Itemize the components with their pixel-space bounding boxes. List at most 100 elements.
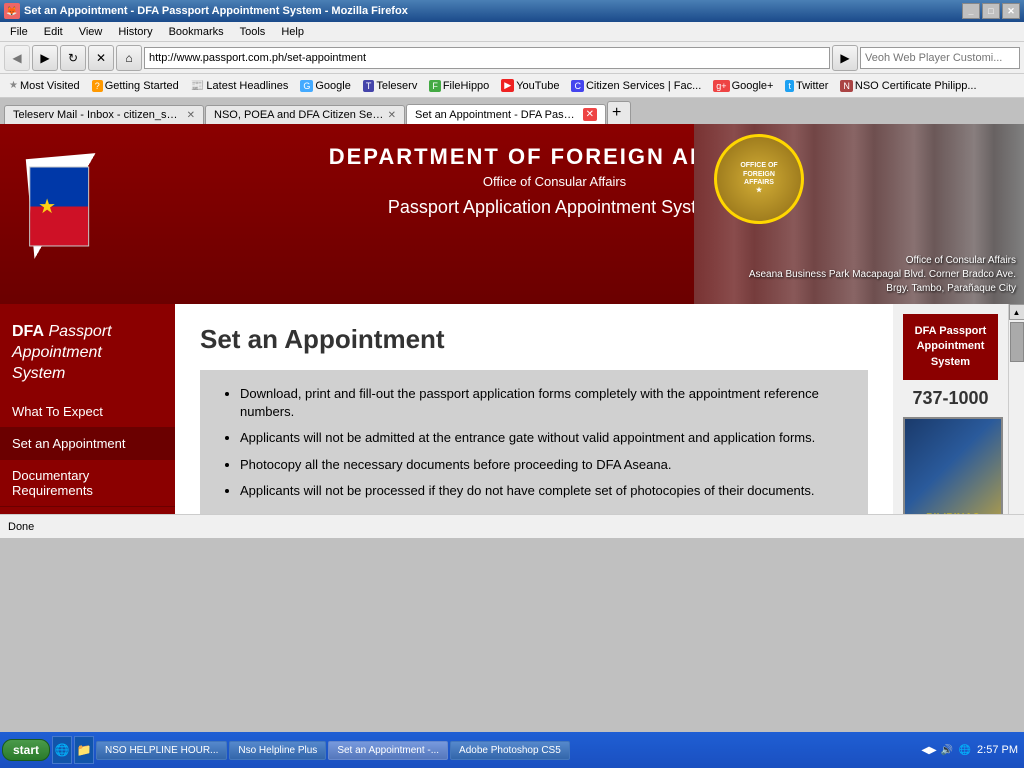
tab-label: NSO, POEA and DFA Citizen Services b... <box>214 109 384 121</box>
taskbar-right: ◀▶ 🔊 🌐 2:57 PM <box>921 742 1022 758</box>
phone-number: 737-1000 <box>903 388 998 409</box>
browser-icon: 🦊 <box>4 3 20 19</box>
bookmark-label: Most Visited <box>20 80 80 92</box>
sidebar-item-documentary[interactable]: Documentary Requirements <box>0 460 175 507</box>
quick-launch-folder[interactable]: 📁 <box>74 736 94 764</box>
tray-icon-2: 🔊 <box>939 742 955 758</box>
bookmark-nso[interactable]: N NSO Certificate Philipp... <box>835 78 981 94</box>
bookmark-latest-headlines[interactable]: 📰 Latest Headlines <box>186 77 294 94</box>
taskbar-item-nso-helpline-plus[interactable]: Nso Helpline Plus <box>229 741 326 760</box>
back-button[interactable]: ◀ <box>4 45 30 71</box>
bookmark-citizen[interactable]: C Citizen Services | Fac... <box>566 78 706 94</box>
menu-view[interactable]: View <box>73 24 109 40</box>
tab-nso[interactable]: NSO, POEA and DFA Citizen Services b... … <box>205 105 405 124</box>
bookmark-label: Google+ <box>732 80 774 92</box>
taskbar-item-nso-helpline[interactable]: NSO HELPLINE HOUR... <box>96 741 227 760</box>
taskbar: start 🌐 📁 NSO HELPLINE HOUR... Nso Helpl… <box>0 732 1024 768</box>
youtube-icon: ▶ <box>501 79 514 92</box>
bookmarks-bar: ★ Most Visited ? Getting Started 📰 Lates… <box>0 74 1024 98</box>
twitter-icon: t <box>785 80 794 92</box>
bookmark-label: FileHippo <box>443 80 489 92</box>
sidebar-title: DFA PassportAppointmentSystem <box>0 314 175 396</box>
info-item-2: Applicants will not be admitted at the e… <box>240 429 848 447</box>
start-button[interactable]: start <box>2 739 50 761</box>
menu-edit[interactable]: Edit <box>38 24 69 40</box>
tray-icon-3: 🌐 <box>957 742 973 758</box>
scroll-up-button[interactable]: ▲ <box>1009 304 1024 320</box>
tab-teleserv[interactable]: Teleserv Mail - Inbox - citizen_services… <box>4 105 204 124</box>
bookmark-label: YouTube <box>516 80 559 92</box>
sidebar-dfa: DFA <box>12 323 44 340</box>
browser-content: ★ Department of Foreign Affairs Office o… <box>0 124 1024 514</box>
reload-button[interactable]: ↻ <box>60 45 86 71</box>
building-address: Office of Consular Affairs Aseana Busine… <box>749 254 1016 296</box>
info-item-3: Photocopy all the necessary documents be… <box>240 456 848 474</box>
status-bar: Done <box>0 514 1024 538</box>
bookmark-teleserv[interactable]: T Teleserv <box>358 78 422 94</box>
bookmark-googleplus[interactable]: g+ Google+ <box>708 78 778 94</box>
new-tab-button[interactable]: + <box>607 101 631 124</box>
tab-dfa-active[interactable]: Set an Appointment - DFA Passp... ✕ <box>406 104 606 124</box>
bookmark-label: Citizen Services | Fac... <box>586 80 701 92</box>
navigation-bar: ◀ ▶ ↻ ✕ ⌂ ▶ <box>0 42 1024 74</box>
bookmark-youtube[interactable]: ▶ YouTube <box>496 77 564 94</box>
dfa-seal: OFFICE OFFOREIGNAFFAIRS★ <box>714 134 804 224</box>
sidebar-item-what-to-expect[interactable]: What To Expect <box>0 396 175 428</box>
bookmark-google[interactable]: G Google <box>295 78 356 94</box>
menu-tools[interactable]: Tools <box>234 24 272 40</box>
bookmark-getting-started[interactable]: ? Getting Started <box>87 78 184 94</box>
nso-icon: N <box>840 80 853 92</box>
go-button[interactable]: ▶ <box>832 45 858 71</box>
tab-close-icon[interactable]: ✕ <box>187 110 195 121</box>
menu-history[interactable]: History <box>112 24 158 40</box>
window-title: Set an Appointment - DFA Passport Appoin… <box>24 5 408 17</box>
stop-button[interactable]: ✕ <box>88 45 114 71</box>
home-button[interactable]: ⌂ <box>116 45 142 71</box>
close-button[interactable]: ✕ <box>1002 3 1020 19</box>
menu-bar: File Edit View History Bookmarks Tools H… <box>0 22 1024 42</box>
system-tray: ◀▶ 🔊 🌐 <box>921 742 973 758</box>
sidebar: DFA PassportAppointmentSystem What To Ex… <box>0 304 175 514</box>
right-panel: DFA Passport Appointment System 737-1000… <box>893 304 1008 514</box>
bookmark-label: Google <box>315 80 350 92</box>
menu-help[interactable]: Help <box>275 24 310 40</box>
quick-launch-ie[interactable]: 🌐 <box>52 736 72 764</box>
tab-close-icon[interactable]: ✕ <box>388 110 396 121</box>
taskbar-item-photoshop[interactable]: Adobe Photoshop CS5 <box>450 741 570 760</box>
info-item-4: Applicants will not be processed if they… <box>240 482 848 500</box>
tray-icon-1: ◀▶ <box>921 742 937 758</box>
bookmark-filehippo[interactable]: F FileHippo <box>424 78 494 94</box>
window-controls[interactable]: _ □ ✕ <box>962 3 1020 19</box>
sidebar-item-passport-fees[interactable]: Passport Fees <box>0 507 175 514</box>
sidebar-item-set-appointment[interactable]: Set an Appointment <box>0 428 175 460</box>
menu-file[interactable]: File <box>4 24 34 40</box>
bookmark-most-visited[interactable]: ★ Most Visited <box>4 78 85 94</box>
bookmark-label: Getting Started <box>105 80 179 92</box>
application-procedures-link[interactable]: application procedures <box>494 512 625 514</box>
maximize-button[interactable]: □ <box>982 3 1000 19</box>
bookmark-twitter[interactable]: t Twitter <box>780 78 833 94</box>
scroll-thumb[interactable] <box>1010 322 1024 362</box>
forward-button[interactable]: ▶ <box>32 45 58 71</box>
info-box: Download, print and fill-out the passpor… <box>200 370 868 514</box>
tab-label: Teleserv Mail - Inbox - citizen_services… <box>13 109 183 121</box>
info-item-1: Download, print and fill-out the passpor… <box>240 385 848 421</box>
tabs-bar: Teleserv Mail - Inbox - citizen_services… <box>0 98 1024 124</box>
procedure-text: Please make sure that you are familiar w… <box>220 512 848 514</box>
taskbar-item-dfa[interactable]: Set an Appointment -... <box>328 741 448 760</box>
scrollbar[interactable]: ▲ ▼ <box>1008 304 1024 514</box>
latest-headlines-icon: 📰 <box>191 79 205 92</box>
dfa-box: DFA Passport Appointment System <box>903 314 998 380</box>
citizen-icon: C <box>571 80 584 92</box>
most-visited-icon: ★ <box>9 80 18 91</box>
menu-bookmarks[interactable]: Bookmarks <box>163 24 230 40</box>
minimize-button[interactable]: _ <box>962 3 980 19</box>
title-bar: 🦊 Set an Appointment - DFA Passport Appo… <box>0 0 1024 22</box>
tab-close-icon[interactable]: ✕ <box>583 108 597 121</box>
page-title: Set an Appointment <box>200 324 868 355</box>
search-bar[interactable] <box>860 47 1020 69</box>
address-bar[interactable] <box>144 47 830 69</box>
passport-image: PILIPINAS PASAPORTE <box>903 417 1003 514</box>
googleplus-icon: g+ <box>713 80 729 92</box>
bookmark-label: Latest Headlines <box>206 80 288 92</box>
